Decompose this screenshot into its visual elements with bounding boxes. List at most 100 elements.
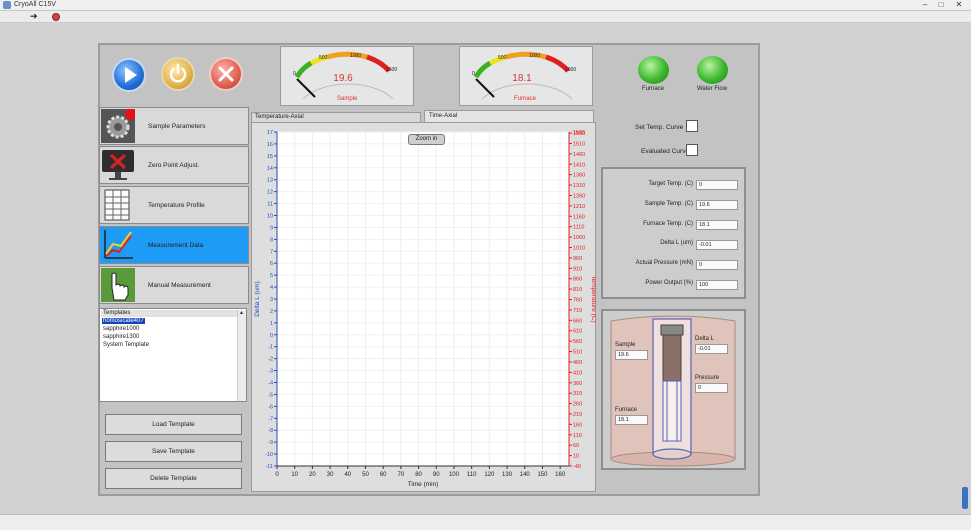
target-temp-label: Target Temp. (C) bbox=[648, 181, 693, 187]
y-left-tick-label: -9 bbox=[268, 440, 273, 446]
x-tick-label: 60 bbox=[380, 472, 387, 478]
y-right-tick-label: 160 bbox=[573, 422, 582, 428]
table-icon bbox=[104, 189, 130, 221]
y-left-tick-label: 5 bbox=[270, 273, 273, 279]
templates-listbox[interactable]: Templates homosicate407 sapphire1000 sap… bbox=[99, 308, 247, 402]
y-right-axis-label: Temperature (C) bbox=[590, 275, 596, 322]
y-right-tick-label: 860 bbox=[573, 277, 582, 283]
y-left-tick-label: -1 bbox=[268, 345, 273, 351]
y-left-tick-label: 13 bbox=[267, 178, 273, 184]
y-right-tick-label: 1110 bbox=[573, 225, 584, 231]
dilatometer-schematic: Sample 19.6 Delta L -0.01 Pressure 0 Fur… bbox=[601, 309, 746, 470]
y-right-tick-label: 510 bbox=[573, 350, 582, 356]
scroll-up-icon[interactable]: ▲ bbox=[239, 310, 244, 316]
x-tick-label: 120 bbox=[484, 472, 495, 478]
templates-scrollbar[interactable]: ▲ bbox=[237, 310, 246, 401]
y-right-tick-label: 310 bbox=[573, 391, 582, 397]
y-left-tick-label: -3 bbox=[268, 369, 273, 375]
x-tick-label: 0 bbox=[275, 472, 279, 478]
y-left-tick-label: 7 bbox=[270, 249, 273, 255]
nav-manual-measurement[interactable]: Manual Measurement bbox=[99, 266, 249, 304]
gauge-tick: 0 bbox=[293, 71, 296, 77]
set-temp-curve-checkbox[interactable] bbox=[686, 120, 698, 132]
schematic-furnace-value: 18.1 bbox=[615, 415, 648, 425]
nav-label: Sample Parameters bbox=[148, 123, 206, 130]
app-icon bbox=[3, 1, 11, 9]
delta-l-value: -0.01 bbox=[696, 240, 738, 250]
hand-pointer-icon bbox=[101, 268, 135, 302]
y-left-tick-label: -8 bbox=[268, 428, 273, 434]
y-left-tick-label: 3 bbox=[270, 297, 273, 303]
x-tick-label: 80 bbox=[415, 472, 422, 478]
x-tick-label: 140 bbox=[520, 472, 531, 478]
list-item[interactable]: sapphire1000 bbox=[102, 326, 140, 332]
y-right-tick-label: -40 bbox=[573, 464, 581, 470]
list-item[interactable]: homosicate407 bbox=[102, 318, 145, 324]
sample-temp-label: Sample Temp. (C) bbox=[644, 201, 693, 207]
power-output-value: 100 bbox=[696, 280, 738, 290]
nav-measurement-data[interactable]: Measurement Data bbox=[99, 226, 249, 264]
y-right-tick-label: 1510 bbox=[573, 141, 585, 147]
run-arrow-icon[interactable]: ➔ bbox=[30, 11, 38, 22]
save-template-button[interactable]: Save Template bbox=[105, 441, 242, 462]
zoom-in-button[interactable]: Zoom in bbox=[408, 134, 445, 145]
x-tick-label: 50 bbox=[362, 472, 369, 478]
maximize-button[interactable]: □ bbox=[934, 0, 948, 10]
gauge-tick: 500 bbox=[498, 55, 507, 61]
x-tick-label: 100 bbox=[449, 472, 460, 478]
stop-button[interactable] bbox=[209, 57, 243, 91]
y-right-tick-label: 1360 bbox=[573, 173, 585, 179]
y-left-tick-label: 2 bbox=[270, 309, 273, 315]
schematic-furnace-label: Furnace bbox=[615, 407, 638, 413]
x-tick-label: 130 bbox=[502, 472, 513, 478]
power-button[interactable] bbox=[161, 57, 195, 91]
abort-icon[interactable] bbox=[52, 13, 60, 21]
x-tick-label: 90 bbox=[433, 472, 440, 478]
furnace-temp-label: Furnace Temp. (C) bbox=[643, 221, 693, 227]
evaluated-curve-checkbox[interactable] bbox=[686, 144, 698, 156]
nav-label: Manual Measurement bbox=[148, 282, 211, 289]
readings-panel: Target Temp. (C) 0 Sample Temp. (C) 19.6… bbox=[601, 167, 746, 299]
scrollbar-thumb[interactable] bbox=[962, 487, 968, 509]
list-item[interactable]: System Template bbox=[102, 342, 150, 348]
x-tick-label: 10 bbox=[291, 472, 298, 478]
zero-point-icon bbox=[102, 150, 134, 180]
target-temp-value: 0 bbox=[696, 180, 738, 190]
y-right-tick-label: 610 bbox=[573, 329, 582, 335]
furnace-gauge-label: Furnace bbox=[514, 96, 537, 102]
water-flow-led bbox=[697, 56, 728, 84]
gauge-tick: 1500 bbox=[386, 67, 398, 73]
y-right-tick-label: 760 bbox=[573, 298, 582, 304]
delete-template-button[interactable]: Delete Template bbox=[105, 468, 242, 489]
x-tick-label: 70 bbox=[398, 472, 405, 478]
y-right-tick-label: 360 bbox=[573, 381, 582, 387]
y-left-tick-label: 1 bbox=[270, 321, 273, 327]
nav-label: Zero Point Adjust. bbox=[148, 162, 200, 169]
furnace-led bbox=[638, 56, 669, 84]
furnace-gauge: 0 500 1000 1500 18.1 Furnace bbox=[459, 46, 593, 106]
y-right-tick-label: 110 bbox=[573, 433, 582, 439]
gauge-tick: 0 bbox=[472, 71, 475, 77]
y-left-tick-label: -10 bbox=[265, 452, 273, 458]
power-icon bbox=[169, 63, 187, 83]
nav-temperature-profile[interactable]: Temperature Profile bbox=[99, 186, 249, 224]
x-tick-label: 30 bbox=[327, 472, 334, 478]
nav-sample-parameters[interactable]: Sample Parameters bbox=[99, 107, 249, 145]
schematic-sample-value: 19.6 bbox=[615, 350, 648, 360]
schematic-delta-label: Delta L bbox=[695, 336, 715, 342]
x-tick-label: 20 bbox=[309, 472, 316, 478]
y-left-tick-label: 9 bbox=[270, 225, 273, 231]
minimize-button[interactable]: – bbox=[918, 0, 932, 10]
play-button[interactable] bbox=[112, 58, 146, 92]
x-tick-label: 110 bbox=[467, 472, 477, 478]
sample-temp-value: 19.6 bbox=[696, 200, 738, 210]
schematic-pressure-label: Pressure bbox=[695, 375, 720, 381]
nav-zero-point-adjust[interactable]: Zero Point Adjust. bbox=[99, 146, 249, 184]
nav-label: Temperature Profile bbox=[148, 202, 205, 209]
close-window-button[interactable]: ✕ bbox=[952, 0, 966, 10]
load-template-button[interactable]: Load Template bbox=[105, 414, 242, 435]
list-item[interactable]: sapphire1300 bbox=[102, 334, 140, 340]
nav-label: Measurement Data bbox=[148, 242, 204, 249]
sample-gauge-value: 19.6 bbox=[333, 73, 353, 84]
y-left-tick-label: 10 bbox=[267, 214, 273, 220]
